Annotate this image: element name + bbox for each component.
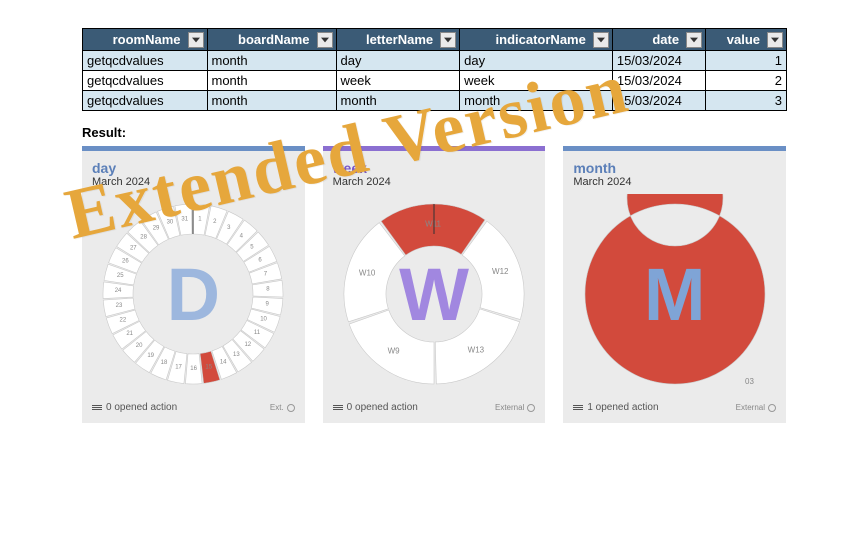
- month-radial-chart: 03 M: [575, 194, 775, 394]
- svg-text:11: 11: [254, 330, 261, 336]
- card-subtitle: March 2024: [573, 176, 776, 188]
- svg-text:W11: W11: [425, 220, 441, 229]
- svg-text:30: 30: [167, 220, 174, 226]
- cards-row: day March 2024 1234567891011121314151617…: [82, 146, 786, 423]
- cell: month: [207, 71, 336, 91]
- cell: 2: [706, 71, 787, 91]
- ext-label: External: [495, 403, 524, 412]
- col-letterName: letterName: [336, 29, 460, 51]
- opened-action-text: 0 opened action: [347, 402, 418, 413]
- cell: 1: [706, 51, 787, 71]
- opened-action-text: 1 opened action: [587, 402, 658, 413]
- card-title: day: [92, 160, 295, 176]
- svg-text:22: 22: [120, 318, 127, 324]
- day-radial-chart: 1234567891011121314151617181920212223242…: [93, 194, 293, 394]
- cell: 15/03/2024: [612, 71, 705, 91]
- table-row: getqcdvalues month month month 15/03/202…: [83, 91, 787, 111]
- table-row: getqcdvalues month day day 15/03/2024 1: [83, 51, 787, 71]
- svg-text:17: 17: [176, 365, 183, 371]
- ext-label: Ext.: [270, 403, 284, 412]
- opened-action-text: 0 opened action: [106, 402, 177, 413]
- svg-text:18: 18: [161, 360, 168, 366]
- hamburger-icon: [333, 405, 343, 410]
- filter-icon[interactable]: [686, 32, 702, 48]
- radio-icon: [527, 404, 535, 412]
- cell: 15/03/2024: [612, 51, 705, 71]
- card-month: month March 2024 03 M 1 opened action Ex…: [563, 146, 786, 423]
- external-control[interactable]: External: [495, 403, 535, 412]
- svg-text:29: 29: [153, 226, 160, 232]
- radio-icon: [768, 404, 776, 412]
- result-label: Result:: [82, 125, 786, 140]
- col-date: date: [612, 29, 705, 51]
- svg-text:03: 03: [745, 377, 754, 386]
- card-topbar: [82, 146, 305, 151]
- svg-text:15: 15: [206, 364, 213, 370]
- card-title: week: [333, 160, 536, 176]
- cell: 3: [706, 91, 787, 111]
- filter-icon[interactable]: [440, 32, 456, 48]
- table-header-row: roomName boardName letterName indicatorN…: [83, 29, 787, 51]
- card-title: month: [573, 160, 776, 176]
- svg-text:14: 14: [220, 360, 227, 366]
- filter-icon[interactable]: [767, 32, 783, 48]
- cell: 15/03/2024: [612, 91, 705, 111]
- week-radial-chart: W9W10W11W12W13 W: [334, 194, 534, 394]
- svg-text:13: 13: [233, 352, 240, 358]
- radio-icon: [287, 404, 295, 412]
- svg-text:10: 10: [261, 316, 268, 322]
- card-week: week March 2024 W9W10W11W12W13 W 0 opene…: [323, 146, 546, 423]
- card-topbar: [563, 146, 786, 151]
- card-subtitle: March 2024: [333, 176, 536, 188]
- cell: getqcdvalues: [83, 71, 208, 91]
- cell: week: [336, 71, 460, 91]
- col-indicatorName: indicatorName: [460, 29, 613, 51]
- svg-text:W13: W13: [468, 346, 485, 355]
- hamburger-icon: [92, 405, 102, 410]
- opened-action[interactable]: 1 opened action: [573, 402, 658, 413]
- svg-text:31: 31: [182, 216, 189, 222]
- svg-text:16: 16: [191, 366, 198, 372]
- cell: month: [207, 51, 336, 71]
- card-subtitle: March 2024: [92, 176, 295, 188]
- svg-text:27: 27: [130, 246, 137, 252]
- svg-text:25: 25: [117, 273, 124, 279]
- external-control[interactable]: External: [736, 403, 776, 412]
- external-control[interactable]: Ext.: [270, 403, 295, 412]
- cell: getqcdvalues: [83, 91, 208, 111]
- cell: month: [207, 91, 336, 111]
- svg-text:W12: W12: [492, 267, 509, 276]
- svg-text:26: 26: [122, 259, 129, 265]
- svg-text:W9: W9: [388, 347, 401, 356]
- svg-text:19: 19: [148, 353, 155, 359]
- data-table: roomName boardName letterName indicatorN…: [82, 28, 787, 111]
- filter-icon[interactable]: [593, 32, 609, 48]
- table-row: getqcdvalues month week week 15/03/2024 …: [83, 71, 787, 91]
- card-topbar: [323, 146, 546, 151]
- cell: week: [460, 71, 613, 91]
- cell: month: [336, 91, 460, 111]
- opened-action[interactable]: 0 opened action: [333, 402, 418, 413]
- filter-icon[interactable]: [317, 32, 333, 48]
- svg-text:12: 12: [245, 342, 252, 348]
- svg-text:21: 21: [127, 331, 134, 337]
- filter-icon[interactable]: [188, 32, 204, 48]
- svg-text:20: 20: [136, 343, 143, 349]
- opened-action[interactable]: 0 opened action: [92, 402, 177, 413]
- card-day: day March 2024 1234567891011121314151617…: [82, 146, 305, 423]
- cell: day: [460, 51, 613, 71]
- col-roomName: roomName: [83, 29, 208, 51]
- svg-text:24: 24: [115, 288, 122, 294]
- hamburger-icon: [573, 405, 583, 410]
- cell: month: [460, 91, 613, 111]
- svg-text:W10: W10: [359, 269, 376, 278]
- col-boardName: boardName: [207, 29, 336, 51]
- svg-text:23: 23: [116, 303, 123, 309]
- cell: getqcdvalues: [83, 51, 208, 71]
- svg-text:28: 28: [141, 235, 148, 241]
- col-value: value: [706, 29, 787, 51]
- ext-label: External: [736, 403, 765, 412]
- cell: day: [336, 51, 460, 71]
